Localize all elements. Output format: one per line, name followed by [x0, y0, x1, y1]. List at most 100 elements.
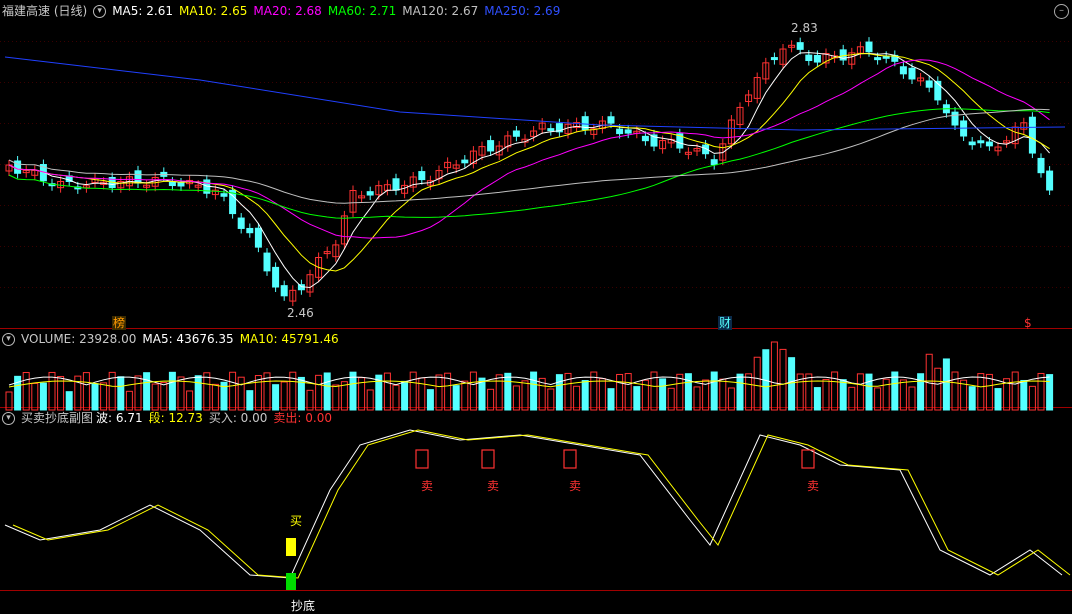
volume-bar	[977, 373, 985, 411]
volume-bar	[530, 371, 538, 411]
indicator-sell: 卖出: 0.00	[273, 411, 332, 425]
volume-bar	[908, 386, 916, 411]
volume-bar	[667, 387, 675, 411]
indicator-duan-line	[12, 429, 1071, 579]
legend-ma20: MA20: 2.68	[253, 4, 322, 18]
volume-bar	[745, 373, 753, 411]
candle	[237, 217, 245, 229]
candle	[418, 171, 426, 181]
volume-bar	[65, 391, 73, 411]
volume-bar	[487, 388, 495, 411]
high-price-label: 2.83	[791, 21, 818, 35]
volume-bar	[332, 384, 340, 411]
volume-bar	[942, 358, 950, 411]
volume-bar	[607, 388, 615, 411]
volume-menu-icon[interactable]: ▾	[2, 333, 15, 346]
volume-bar	[917, 373, 925, 411]
candle	[865, 41, 873, 53]
candle	[813, 54, 821, 63]
candle	[220, 193, 228, 197]
volume-bar	[495, 374, 503, 411]
marker-cai[interactable]: 财	[718, 316, 733, 330]
volume-bar	[203, 372, 211, 411]
legend-ma5: MA5: 2.61	[112, 4, 173, 18]
candle	[254, 227, 262, 248]
marker-dollar[interactable]: $	[1024, 316, 1032, 330]
volume-bar	[1037, 372, 1045, 411]
volume-bar	[100, 382, 108, 411]
stock-chart[interactable]	[0, 0, 1072, 614]
candle	[168, 181, 176, 187]
candle	[1037, 157, 1045, 174]
volume-bar	[435, 374, 443, 411]
indicator-buy: 买入: 0.00	[208, 411, 268, 425]
volume-bar	[409, 371, 417, 411]
volume-bar	[134, 375, 142, 411]
volume-bar	[418, 377, 426, 411]
buy-tag: 买	[290, 514, 303, 528]
candle	[177, 182, 185, 187]
stock-title: 福建高速 (日线)	[2, 4, 88, 18]
volume-bar	[805, 373, 813, 411]
indicator-name: 买卖抄底副图	[21, 411, 94, 425]
panel-menu-icon[interactable]: ▾	[93, 5, 107, 18]
candle	[874, 57, 882, 61]
volume-bar	[39, 382, 47, 411]
volume-bar	[237, 376, 245, 411]
legend-ma250: MA250: 2.69	[484, 4, 561, 18]
candle	[1028, 116, 1036, 154]
candle	[641, 135, 649, 142]
volume-bar	[469, 371, 477, 411]
sell-tag: 卖	[421, 479, 434, 493]
indicator-menu-icon[interactable]: ▾	[2, 412, 15, 425]
volume-bar	[899, 379, 907, 411]
volume-bar	[323, 372, 331, 411]
candle	[882, 55, 890, 59]
candle	[616, 128, 624, 135]
marker-bang[interactable]: 榜	[112, 316, 127, 330]
buy-signal-bar	[286, 538, 296, 556]
candle	[263, 252, 271, 272]
ma60-line	[8, 108, 1050, 219]
volume-bar	[951, 371, 959, 411]
sell-tag: 卖	[487, 479, 500, 493]
volume-bar	[813, 387, 821, 411]
zoom-control-icon[interactable]: –	[1054, 4, 1069, 19]
sell-tag: 卖	[569, 479, 582, 493]
volume-bar	[280, 381, 288, 411]
volume-bar	[555, 374, 563, 411]
volume-bar	[848, 386, 856, 411]
volume-bar	[1046, 374, 1054, 411]
volume-bar	[573, 385, 581, 411]
candle	[512, 130, 520, 137]
volume-bar	[822, 378, 830, 411]
volume-bar	[151, 383, 159, 411]
volume-ma5: MA5: 43676.35	[142, 332, 234, 346]
legend-ma120: MA120: 2.67	[402, 4, 479, 18]
sell-signal-box	[563, 449, 577, 469]
volume-bar	[779, 348, 787, 411]
indicator-bo-line	[4, 429, 1063, 579]
volume-bar	[160, 382, 168, 411]
volume-bar	[272, 384, 280, 411]
volume-panel-header: ▾ VOLUME: 23928.00 MA5: 43676.35 MA10: 4579…	[2, 331, 345, 347]
volume-bar	[633, 386, 641, 411]
price-panel-header: 福建高速 (日线) ▾ MA5: 2.61 MA10: 2.65 MA20: 2.68 M…	[2, 3, 566, 19]
volume-bar	[710, 371, 718, 411]
volume-bar	[968, 386, 976, 411]
volume-bar	[839, 379, 847, 411]
volume-bar	[547, 388, 555, 411]
legend-ma60: MA60: 2.71	[327, 4, 397, 18]
volume-bar	[770, 341, 778, 411]
ma10-line	[8, 52, 1050, 272]
volume-bar	[512, 385, 520, 411]
volume-bar	[82, 372, 90, 411]
indicator-panel-header: ▾ 买卖抄底副图 波: 6.71 段: 12.73 买入: 0.00 卖出: 0.00	[2, 410, 338, 426]
volume-bar	[874, 387, 882, 411]
volume-bar	[865, 373, 873, 411]
volume-bar	[229, 371, 237, 411]
candle	[796, 42, 804, 50]
volume-bar	[426, 389, 434, 411]
volume-bar	[616, 373, 624, 411]
candle	[461, 159, 469, 164]
